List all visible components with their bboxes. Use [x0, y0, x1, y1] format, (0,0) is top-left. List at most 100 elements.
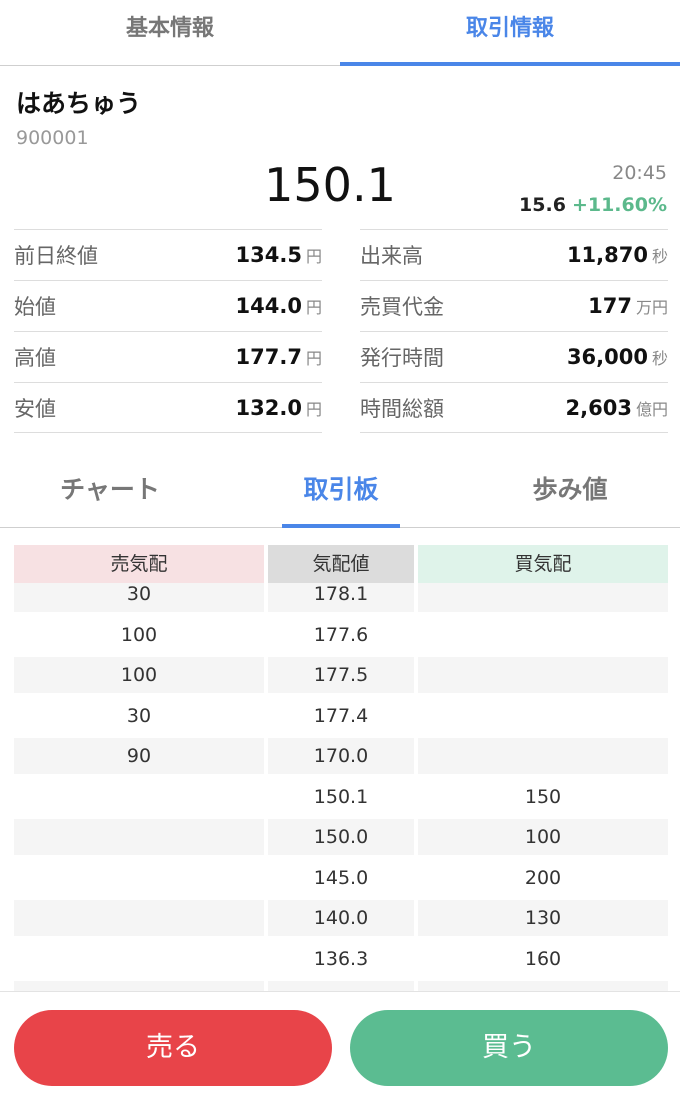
quote-price: 177.4	[313, 704, 369, 727]
stat-label: 前日終値	[14, 244, 98, 268]
stat-value: 2,603	[565, 395, 632, 420]
stat-unit: 万円	[635, 298, 668, 317]
buy-qty: 150	[524, 785, 562, 808]
buy-qty: 160	[524, 947, 562, 970]
stat-value: 177.7	[235, 345, 302, 369]
sell-qty	[14, 900, 264, 936]
table-row: 136.3 160	[14, 941, 668, 982]
stat-value-group: 11,870 秒	[567, 243, 668, 267]
stat-prev-close: 前日終値 134.5 円	[14, 229, 322, 280]
stat-unit: 億円	[635, 399, 668, 419]
quote-price: 170.0	[268, 738, 414, 774]
header-quote-price: 気配値	[268, 545, 414, 583]
quote-price: 177.5	[268, 657, 414, 693]
stat-label: 発行時間	[360, 346, 444, 370]
buy-qty: 200	[524, 866, 562, 889]
stat-value: 134.5	[235, 243, 302, 267]
stat-value-group: 36,000 秒	[567, 345, 668, 369]
buy-qty: 100	[418, 819, 668, 855]
tab-basic-info[interactable]: 基本情報	[0, 0, 340, 65]
buy-qty: 10	[418, 981, 668, 991]
change-value: 15.6	[519, 194, 566, 216]
change-percent: +11.60%	[571, 194, 667, 216]
order-book[interactable]: 売気配 気配値 買気配 30 178.1 100 177.6 100 177.5…	[14, 545, 668, 991]
price-change: 15.6 +11.60%	[519, 194, 667, 216]
price-time: 20:45	[612, 162, 667, 184]
table-row: 140.0 130	[14, 900, 668, 941]
stat-unit: 円	[305, 349, 322, 368]
quote-price: 140.0	[268, 900, 414, 936]
stat-label: 高値	[14, 346, 56, 370]
stat-label: 安値	[14, 396, 56, 421]
table-row: 90 170.0	[14, 738, 668, 779]
buy-button[interactable]: 買う	[350, 1010, 668, 1086]
stat-label: 時間総額	[360, 396, 444, 421]
table-row: 100 177.6	[14, 617, 668, 658]
stats-right-column: 出来高 11,870 秒 売買代金 177 万円 発行時間 36,000 秒 時間総額…	[360, 229, 668, 433]
stat-issued-time: 発行時間 36,000 秒	[360, 331, 668, 382]
stat-low: 安値 132.0 円	[14, 382, 322, 433]
buy-qty: 130	[418, 900, 668, 936]
buy-qty	[418, 657, 668, 693]
sell-qty	[14, 819, 264, 855]
stat-high: 高値 177.7 円	[14, 331, 322, 382]
quote-price: 150.1	[313, 785, 369, 808]
quote-price: 177.6	[313, 623, 369, 646]
header-buy-quote: 買気配	[418, 545, 668, 583]
stat-value-group: 144.0 円	[236, 294, 322, 318]
stat-unit: 円	[305, 399, 322, 419]
stat-value: 11,870	[566, 243, 648, 267]
stat-trading-value: 売買代金 177 万円	[360, 280, 668, 331]
stat-value: 144.0	[235, 294, 302, 318]
table-row: 136.1 10	[14, 981, 668, 991]
tab-trade-history[interactable]: 歩み値	[480, 460, 660, 528]
stat-value-group: 177.7 円	[236, 345, 322, 369]
table-row: 150.1 150	[14, 779, 668, 820]
tab-chart[interactable]: チャート	[20, 460, 200, 528]
stat-volume: 出来高 11,870 秒	[360, 229, 668, 280]
stat-label: 始値	[14, 295, 56, 319]
sub-tab-bar: チャート 取引板 歩み値	[0, 460, 680, 528]
table-row: 145.0 200	[14, 860, 668, 901]
stat-unit: 秒	[651, 349, 668, 368]
table-row: 100 177.5	[14, 657, 668, 698]
order-book-header: 売気配 気配値 買気配	[14, 545, 668, 583]
quote-price: 145.0	[313, 866, 369, 889]
stat-value-group: 132.0 円	[236, 396, 322, 420]
sell-qty: 90	[14, 738, 264, 774]
current-price: 150.1	[264, 158, 396, 212]
action-bar: 売る 買う	[0, 991, 680, 1097]
sell-qty	[14, 941, 264, 977]
sell-qty: 100	[14, 657, 264, 693]
stat-label: 売買代金	[360, 295, 444, 319]
header-sell-quote: 売気配	[14, 545, 264, 583]
sell-qty: 30	[126, 704, 152, 727]
stock-code: 900001	[16, 127, 89, 149]
stat-market-cap: 時間総額 2,603 億円	[360, 382, 668, 433]
sell-qty: 100	[120, 623, 158, 646]
stats-left-column: 前日終値 134.5 円 始値 144.0 円 高値 177.7 円 安値 132.0…	[14, 229, 322, 433]
stat-unit: 秒	[651, 247, 668, 266]
quote-price: 136.1	[268, 981, 414, 991]
buy-qty	[418, 617, 668, 653]
stat-unit: 円	[305, 247, 322, 266]
stat-unit: 円	[305, 298, 322, 317]
table-row: 30 177.4	[14, 698, 668, 739]
stat-value-group: 2,603 億円	[566, 396, 668, 420]
stat-label: 出来高	[360, 244, 423, 268]
stock-name: はあちゅう	[16, 89, 142, 118]
buy-qty	[418, 738, 668, 774]
quote-price: 136.3	[313, 947, 369, 970]
sell-qty	[14, 860, 264, 896]
tab-order-board[interactable]: 取引板	[282, 460, 400, 528]
stat-value: 132.0	[235, 395, 302, 420]
stat-value-group: 134.5 円	[236, 243, 322, 267]
order-book-rows: 30 178.1 100 177.6 100 177.5 30 177.4 90…	[14, 576, 668, 991]
table-row: 150.0 100	[14, 819, 668, 860]
stat-value: 36,000	[566, 345, 648, 369]
buy-qty	[418, 698, 668, 734]
tab-trade-info[interactable]: 取引情報	[340, 0, 680, 66]
sell-qty	[14, 779, 264, 815]
stat-value-group: 177 万円	[588, 294, 668, 318]
sell-button[interactable]: 売る	[14, 1010, 332, 1086]
